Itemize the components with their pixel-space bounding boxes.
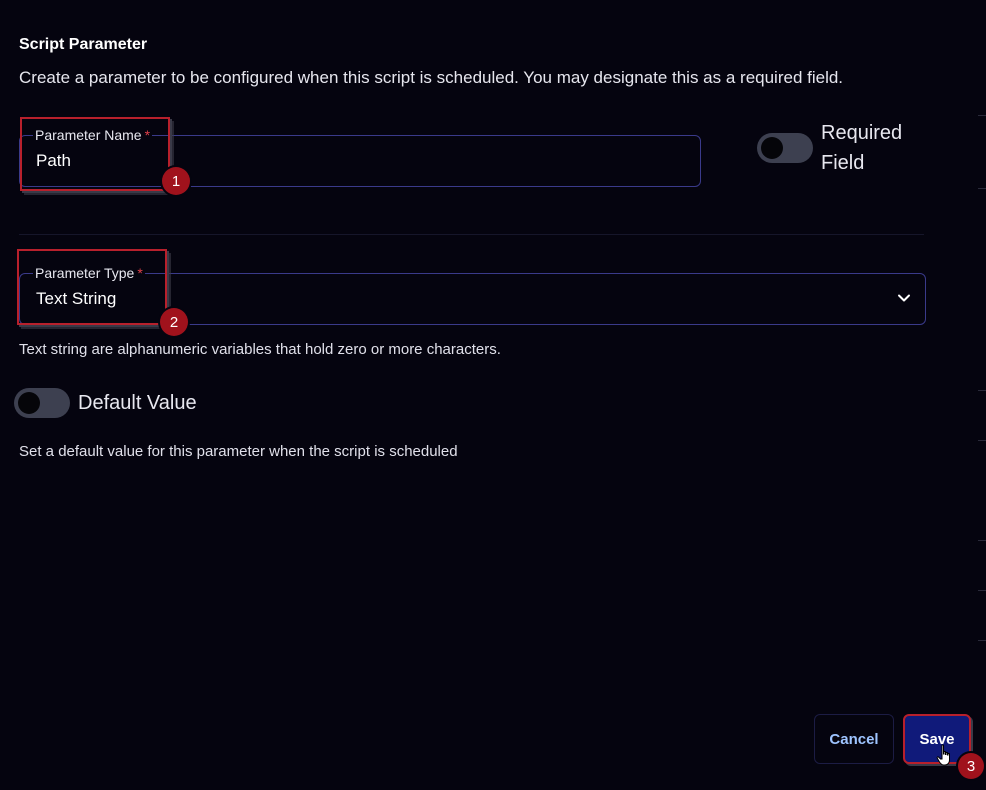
required-asterisk: * [137, 265, 143, 281]
section-divider [19, 234, 924, 235]
required-field-label-line2: Field [821, 152, 865, 174]
toggle-knob [761, 137, 783, 159]
step3-badge: 3 [958, 753, 984, 779]
edge-tick [978, 540, 986, 541]
dialog-description: Create a parameter to be configured when… [19, 68, 844, 87]
edge-tick [978, 440, 986, 441]
edge-tick [978, 188, 986, 189]
edge-tick [978, 590, 986, 591]
parameter-type-value: Text String [36, 289, 117, 308]
toggle-knob [18, 392, 40, 414]
parameter-name-label-text: Parameter Name [35, 127, 142, 143]
hand-cursor-icon [936, 744, 950, 766]
edge-tick [978, 640, 986, 641]
parameter-type-select[interactable] [19, 273, 926, 325]
chevron-down-icon [898, 294, 910, 302]
required-field-label-line1: Required [821, 122, 903, 144]
script-parameter-dialog: Script Parameter Create a parameter to b… [0, 0, 986, 790]
edge-tick [978, 390, 986, 391]
parameter-type-label: Parameter Type * [33, 265, 145, 281]
step1-badge: 1 [162, 167, 190, 195]
required-asterisk: * [144, 127, 151, 143]
default-value-helper: Set a default value for this parameter w… [19, 443, 458, 460]
dialog-title: Script Parameter [19, 36, 148, 53]
step2-badge: 2 [160, 308, 188, 336]
edge-tick [978, 115, 986, 116]
required-field-label: Required Field [821, 118, 902, 178]
cancel-button[interactable]: Cancel [814, 714, 894, 764]
parameter-name-input[interactable]: Path [36, 151, 71, 171]
parameter-name-label: Parameter Name * [33, 127, 153, 143]
parameter-type-label-text: Parameter Type [35, 265, 135, 281]
default-value-label: Default Value [78, 392, 197, 414]
default-value-toggle[interactable] [14, 388, 70, 418]
parameter-type-helper: Text string are alphanumeric variables t… [19, 341, 501, 358]
required-field-toggle[interactable] [757, 133, 813, 163]
